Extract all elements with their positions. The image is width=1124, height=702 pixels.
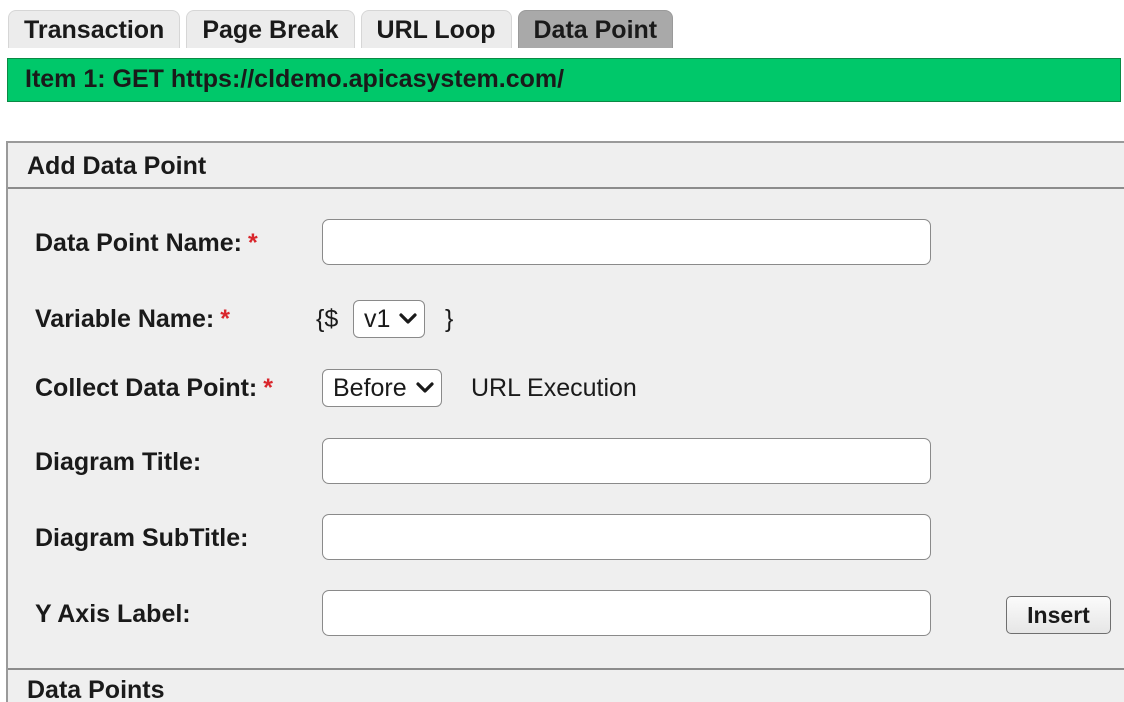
- variable-prefix: {$: [316, 305, 339, 333]
- required-marker: *: [247, 229, 258, 257]
- panel-title: Add Data Point: [8, 143, 1124, 189]
- tab-bar: Transaction Page Break URL Loop Data Poi…: [8, 10, 674, 48]
- variable-name-selected: v1: [364, 304, 391, 333]
- required-marker: *: [263, 374, 273, 402]
- variable-name-select[interactable]: v1: [353, 300, 426, 338]
- data-points-section-title: Data Points: [27, 676, 165, 702]
- collect-data-point-select[interactable]: Before: [322, 369, 442, 407]
- variable-name-label: Variable Name: *: [35, 305, 230, 333]
- y-axis-label-label: Y Axis Label:: [35, 600, 191, 628]
- collect-data-point-label: Collect Data Point: *: [35, 374, 273, 402]
- diagram-title-input[interactable]: [322, 438, 931, 484]
- section-divider: [8, 668, 1124, 670]
- diagram-subtitle-input[interactable]: [322, 514, 931, 560]
- chevron-down-icon: [399, 313, 418, 324]
- add-data-point-panel: Add Data Point Data Point Name: * Variabl…: [6, 141, 1124, 702]
- required-marker: *: [220, 305, 230, 333]
- y-axis-label-input[interactable]: [322, 590, 931, 636]
- row-y-axis-label: Y Axis Label:: [8, 590, 1124, 638]
- diagram-title-label: Diagram Title:: [35, 448, 202, 476]
- collect-data-point-selected: Before: [333, 373, 407, 402]
- tab-data-point[interactable]: Data Point: [517, 10, 674, 48]
- variable-suffix: }: [445, 305, 454, 333]
- tab-transaction[interactable]: Transaction: [8, 10, 181, 48]
- insert-button[interactable]: Insert: [1006, 596, 1111, 634]
- row-collect-data-point: Collect Data Point: * Before URL Executio…: [8, 364, 1124, 412]
- item-header-bar: Item 1: GET https://cldemo.apicasystem.c…: [7, 58, 1121, 102]
- data-point-editor: Transaction Page Break URL Loop Data Poi…: [0, 0, 1124, 702]
- row-diagram-title: Diagram Title:: [8, 438, 1124, 486]
- row-variable-name: Variable Name: * {$ v1 }: [8, 295, 1124, 343]
- row-data-point-name: Data Point Name: *: [8, 219, 1124, 267]
- data-point-name-input[interactable]: [322, 219, 931, 265]
- data-point-name-label: Data Point Name: *: [35, 229, 258, 257]
- diagram-subtitle-label: Diagram SubTitle:: [35, 524, 249, 552]
- row-diagram-subtitle: Diagram SubTitle:: [8, 514, 1124, 562]
- url-execution-text: URL Execution: [471, 374, 637, 402]
- tab-url-loop[interactable]: URL Loop: [360, 10, 512, 48]
- tab-page-break[interactable]: Page Break: [186, 10, 355, 48]
- chevron-down-icon: [416, 382, 434, 393]
